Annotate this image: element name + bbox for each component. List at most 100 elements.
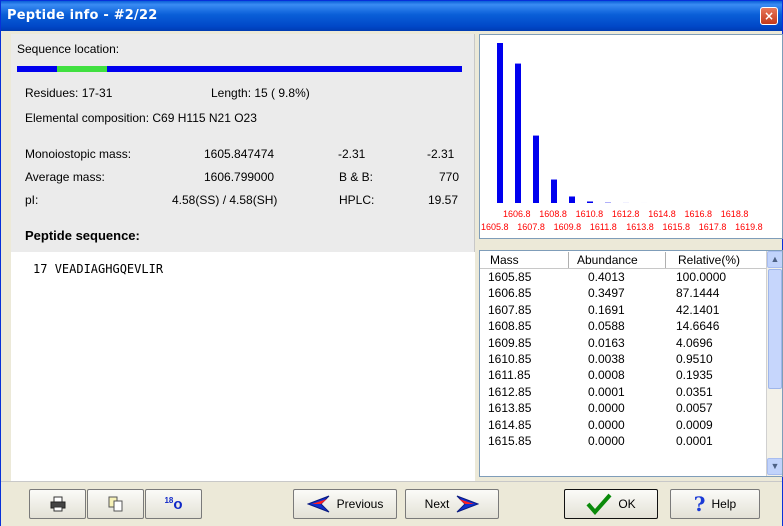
isotope-button[interactable]: 18o: [145, 489, 202, 519]
avg-mass-label: Average mass:: [25, 170, 105, 184]
sequence-start-number: 17: [33, 262, 48, 276]
abundance-cell: 0.0008: [588, 368, 625, 383]
mass-tick-label: 1614.8: [648, 209, 676, 219]
relative-cell: 100.0000: [676, 270, 727, 284]
peptide-sequence-label: Peptide sequence:: [25, 228, 140, 243]
scroll-up-button[interactable]: ▲: [767, 251, 782, 268]
table-row[interactable]: 1610.85 0.0038 0.9510: [480, 352, 768, 368]
hplc-value: 19.57: [428, 193, 459, 207]
abundance-cell: 0.0038: [588, 351, 625, 366]
printer-icon: [50, 496, 65, 512]
peptide-info-panel: Sequence location: Residues: 17-31 Lengt…: [11, 34, 475, 252]
mass-cell: 1605.85: [488, 270, 532, 284]
next-button[interactable]: Next: [405, 489, 499, 519]
mass-tick-label: 1612.8: [612, 209, 640, 219]
mass-tick-label: 1616.8: [685, 209, 713, 219]
abundance-cell: 0.0001: [588, 384, 625, 399]
help-button[interactable]: ? Help: [670, 489, 760, 519]
table-row[interactable]: 1614.85 0.0000 0.0009: [480, 418, 768, 434]
mass-cell: 1611.85: [488, 368, 531, 383]
isotope-bar: [497, 43, 503, 203]
mass-tick-label: 1606.8: [503, 209, 531, 219]
scroll-down-button[interactable]: ▼: [767, 458, 782, 475]
table-row[interactable]: 1613.85 0.0000 0.0057: [480, 401, 768, 417]
table-row[interactable]: 1607.85 0.1691 42.1401: [480, 303, 768, 319]
copy-icon: [108, 496, 122, 512]
sequence-location-label: Sequence location:: [17, 42, 120, 56]
isotope-bar: [551, 179, 557, 203]
title-bar[interactable]: Peptide info - #2/22 ×: [1, 1, 782, 31]
window-title: Peptide info - #2/22: [7, 8, 158, 23]
hplc-label: HPLC:: [339, 193, 375, 207]
table-row[interactable]: 1611.85 0.0008 0.1935: [480, 368, 768, 384]
chevron-up-icon: ▲: [770, 254, 780, 264]
table-row[interactable]: 1609.85 0.0163 4.0696: [480, 336, 768, 352]
mass-cell: 1606.85: [488, 286, 532, 301]
previous-button[interactable]: Previous: [293, 489, 397, 519]
table-row[interactable]: 1615.85 0.0000 0.0001: [480, 434, 768, 450]
peptide-sequence-area[interactable]: 17 VEADIAGHGQEVLIR: [11, 252, 475, 481]
isotope-bar: [587, 201, 593, 203]
mass-cell: 1609.85: [488, 335, 532, 350]
relative-cell: 42.1401: [676, 302, 720, 317]
relative-cell: 4.0696: [676, 335, 713, 350]
elemental-composition-text: Elemental composition: C69 H115 N21 O23: [25, 111, 257, 125]
close-button[interactable]: ×: [760, 7, 778, 25]
mass-tick-label: 1613.8: [626, 222, 654, 232]
bb-label: B & B:: [339, 170, 374, 184]
abundance-cell: 0.0588: [588, 319, 625, 334]
column-divider: [665, 252, 666, 268]
table-row[interactable]: 1606.85 0.3497 87.1444: [480, 286, 768, 302]
mass-tick-label: 1611.8: [590, 222, 617, 232]
pi-label: pI:: [25, 193, 39, 207]
abundance-cell: 0.0000: [588, 417, 625, 432]
arrow-left-icon: [306, 495, 330, 513]
print-button[interactable]: [29, 489, 86, 519]
next-label: Next: [424, 497, 450, 511]
mass-tick-label: 1615.8: [663, 222, 691, 232]
column-header-relative[interactable]: Relative(%): [678, 253, 740, 267]
isotope-table: Mass Abundance Relative(%) 1605.85 0.4013…: [479, 250, 783, 477]
mono-mass-label: Monoiostopic mass:: [25, 147, 132, 161]
sequence-location-highlight: [57, 66, 107, 72]
table-row[interactable]: 1612.85 0.0001 0.0351: [480, 385, 768, 401]
previous-label: Previous: [336, 497, 384, 511]
mass-tick-label: 1608.8: [539, 209, 567, 219]
abundance-cell: 0.0163: [588, 335, 625, 350]
scroll-thumb[interactable]: [768, 269, 782, 389]
relative-cell: 0.0009: [676, 417, 713, 432]
table-scrollbar[interactable]: ▲ ▼: [766, 251, 782, 476]
mass-tick-label: 1605.8: [481, 222, 509, 232]
copy-button[interactable]: [87, 489, 144, 519]
residues-text: Residues: 17-31: [25, 86, 113, 100]
table-row[interactable]: 1605.85 0.4013 100.0000: [480, 270, 768, 286]
column-header-mass[interactable]: Mass: [490, 253, 519, 267]
mass-cell: 1614.85: [488, 417, 532, 432]
bottom-toolbar: 18o Previous Next OK ? Help: [1, 481, 782, 526]
table-body: 1605.85 0.4013 100.0000 1606.85 0.3497 87.144…: [480, 270, 768, 450]
pi-value: 4.58(SS) / 4.58(SH): [172, 193, 278, 207]
relative-cell: 87.1444: [676, 286, 720, 301]
sequence-residues: VEADIAGHGQEVLIR: [54, 262, 164, 276]
isotope-chart-svg: 1606.8 1608.8 1610.8 1612.8 1614.8 1616.8 1618…: [481, 43, 763, 232]
help-label: Help: [711, 497, 737, 511]
mono-mass-delta1: -2.31: [338, 147, 366, 161]
ok-button[interactable]: OK: [564, 489, 658, 519]
abundance-cell: 0.4013: [588, 270, 625, 284]
column-header-abundance[interactable]: Abundance: [577, 253, 638, 267]
isotope-bar: [515, 63, 521, 203]
mass-tick-label: 1609.8: [554, 222, 582, 232]
peptide-sequence-text: 17 VEADIAGHGQEVLIR: [33, 262, 163, 276]
bb-value: 770: [439, 170, 460, 184]
chevron-down-icon: ▼: [770, 461, 780, 471]
table-row[interactable]: 1608.85 0.0588 14.6646: [480, 319, 768, 335]
abundance-cell: 0.0000: [588, 433, 625, 448]
isotope-distribution-chart: 1606.8 1608.8 1610.8 1612.8 1614.8 1616.8 1618…: [479, 34, 783, 239]
mono-mass-delta2: -2.31: [427, 147, 455, 161]
mass-tick-label: 1619.8: [735, 222, 763, 232]
mass-tick-label: 1618.8: [721, 209, 749, 219]
column-divider: [568, 252, 569, 268]
ok-label: OK: [618, 497, 636, 511]
mass-cell: 1612.85: [488, 384, 532, 399]
peptide-info-window: Peptide info - #2/22 × Sequence location…: [0, 0, 783, 526]
